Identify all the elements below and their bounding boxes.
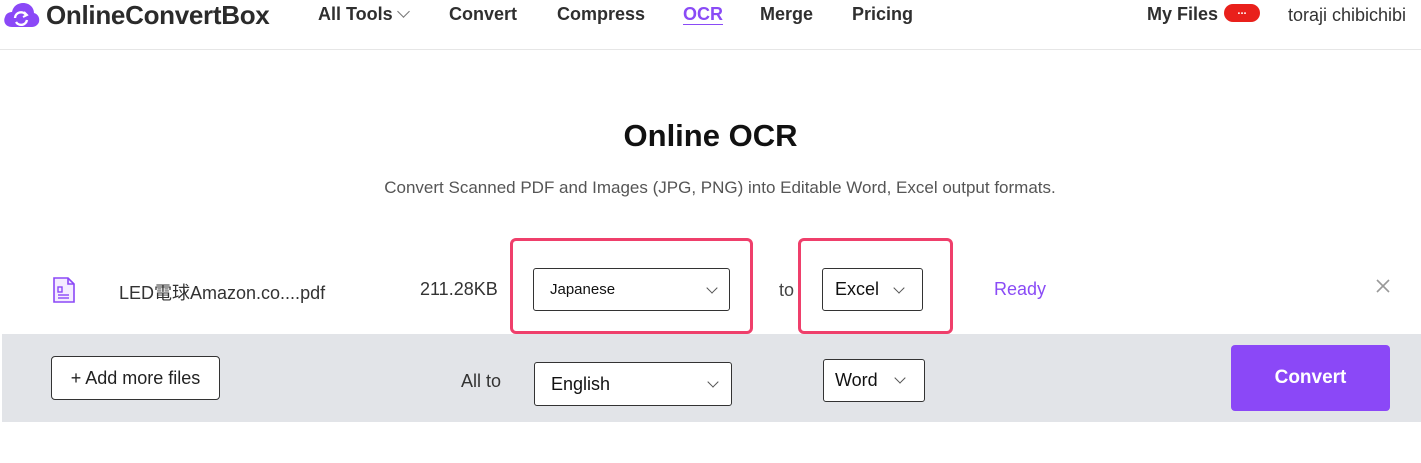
bulk-action-bar: + Add more files All to English Word Con…	[2, 334, 1421, 422]
nav-convert[interactable]: Convert	[449, 4, 517, 25]
file-size: 211.28KB	[420, 279, 498, 299]
nav-all-tools-label: All Tools	[318, 4, 393, 24]
file-name: LED電球Amazon.co....pdf	[119, 283, 326, 303]
file-row: LED電球Amazon.co....pdf 211.28KB Japanese …	[0, 238, 1421, 334]
user-name[interactable]: toraji chibichibi	[1288, 5, 1406, 26]
convert-button[interactable]: Convert	[1231, 345, 1390, 411]
all-language-select-value: English	[551, 373, 611, 394]
all-language-select[interactable]: English	[534, 362, 732, 406]
all-format-select-value: Word	[835, 370, 878, 390]
pdf-file-icon	[53, 277, 75, 303]
nav-pricing[interactable]: Pricing	[852, 4, 913, 25]
chevron-down-icon	[707, 376, 719, 388]
add-more-files-button[interactable]: + Add more files	[51, 356, 220, 400]
chevron-down-icon	[893, 282, 905, 294]
my-files-link[interactable]: My Files	[1147, 4, 1218, 25]
file-status: Ready	[994, 279, 1047, 299]
format-select[interactable]: Excel	[822, 268, 923, 311]
my-files-badge: ...	[1224, 4, 1260, 22]
chevron-down-icon	[396, 5, 410, 18]
language-select-value: Japanese	[550, 281, 616, 298]
nav-merge[interactable]: Merge	[760, 4, 813, 25]
format-select-value: Excel	[835, 279, 880, 299]
logo-text: OnlineConvertBox	[46, 0, 270, 30]
cloud-sync-icon	[4, 3, 40, 27]
page-subtitle: Convert Scanned PDF and Images (JPG, PNG…	[384, 178, 1056, 197]
to-label: to	[779, 280, 795, 300]
nav-compress[interactable]: Compress	[557, 4, 645, 25]
language-select[interactable]: Japanese	[533, 268, 730, 311]
nav-ocr[interactable]: OCR	[683, 4, 723, 25]
all-to-label: All to	[461, 371, 502, 391]
chevron-down-icon	[706, 282, 718, 294]
close-icon[interactable]	[1374, 277, 1392, 295]
all-format-select[interactable]: Word	[823, 359, 925, 402]
chevron-down-icon	[894, 372, 906, 384]
logo[interactable]: OnlineConvertBox	[2, 0, 270, 30]
nav-all-tools[interactable]: All Tools	[318, 4, 410, 25]
top-header: OnlineConvertBox All Tools Convert Compr…	[0, 0, 1421, 50]
page-title: Online OCR	[623, 118, 798, 153]
